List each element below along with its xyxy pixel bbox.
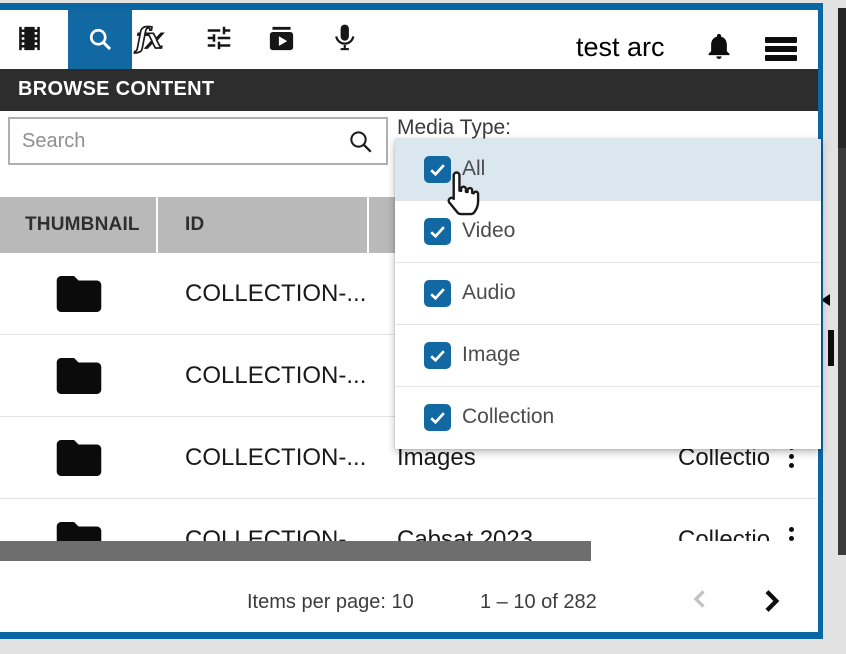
cell-id: COLLECTION-... xyxy=(185,444,366,472)
checkbox-checked-icon xyxy=(424,156,451,183)
search-field xyxy=(8,117,388,165)
window-border-top xyxy=(0,3,823,10)
option-label: All xyxy=(462,157,485,181)
range-label: 1 – 10 of 282 xyxy=(480,591,597,614)
checkbox-checked-icon xyxy=(424,404,451,431)
folder-icon xyxy=(52,269,106,324)
search-tab-active[interactable] xyxy=(68,10,132,69)
fx-icon: fx xyxy=(136,22,161,55)
folder-icon xyxy=(52,433,106,488)
film-library-button[interactable] xyxy=(14,23,45,59)
items-per-page-value[interactable]: 10 xyxy=(392,591,414,613)
column-divider xyxy=(156,197,158,253)
items-per-page: Items per page: 10 xyxy=(247,591,414,614)
notifications-button[interactable] xyxy=(704,31,734,66)
option-label: Collection xyxy=(462,405,554,429)
chevron-right-icon xyxy=(755,604,787,621)
horizontal-scrollbar[interactable] xyxy=(0,541,818,561)
media-type-dropdown: All Video Audio Image Collection xyxy=(395,139,821,449)
vertical-scrollbar-thumb[interactable] xyxy=(828,330,834,366)
menu-button[interactable] xyxy=(765,37,797,64)
checkbox-checked-icon xyxy=(424,342,451,369)
previous-page-button[interactable] xyxy=(686,585,714,618)
horizontal-scrollbar-thumb[interactable] xyxy=(0,541,591,561)
option-label: Video xyxy=(462,219,515,243)
folder-icon xyxy=(52,351,106,406)
account-name: test arc xyxy=(576,32,665,63)
outer-scrollbar-segment[interactable] xyxy=(838,8,846,148)
option-label: Image xyxy=(462,343,520,367)
pagination-bar: Items per page: 10 1 – 10 of 282 xyxy=(0,561,818,632)
checkbox-checked-icon xyxy=(424,218,451,245)
media-type-option-collection[interactable]: Collection xyxy=(395,387,821,449)
media-type-option-all[interactable]: All xyxy=(395,139,821,201)
filters-button[interactable] xyxy=(204,23,234,58)
option-label: Audio xyxy=(462,281,516,305)
items-per-page-label: Items per page: xyxy=(247,591,386,613)
cell-id: COLLECTION-... xyxy=(185,280,366,308)
tune-sliders-icon xyxy=(204,40,234,57)
film-strip-icon xyxy=(14,41,45,58)
cell-id: COLLECTION-... xyxy=(185,362,366,390)
media-type-option-audio[interactable]: Audio xyxy=(395,263,821,325)
column-divider xyxy=(367,197,369,253)
search-magnifier-icon[interactable] xyxy=(348,129,374,160)
effects-button[interactable]: fx xyxy=(136,22,161,55)
next-page-button[interactable] xyxy=(755,585,787,622)
video-library-icon xyxy=(266,41,297,58)
column-header-id[interactable]: ID xyxy=(185,214,204,236)
voice-search-button[interactable] xyxy=(329,22,360,58)
media-type-option-video[interactable]: Video xyxy=(395,201,821,263)
microphone-icon xyxy=(329,40,360,57)
column-header-thumbnail[interactable]: THUMBNAIL xyxy=(25,214,140,236)
checkbox-checked-icon xyxy=(424,280,451,307)
row-menu-kebab-icon[interactable] xyxy=(784,445,798,475)
bell-icon xyxy=(704,48,734,65)
search-input[interactable] xyxy=(22,123,342,159)
media-type-label: Media Type: xyxy=(397,116,511,140)
window-border-bottom xyxy=(0,632,823,639)
hamburger-icon xyxy=(765,37,797,61)
video-library-button[interactable] xyxy=(266,23,297,59)
chevron-left-icon xyxy=(686,600,714,617)
page-title: BROWSE CONTENT xyxy=(18,78,214,101)
media-type-option-image[interactable]: Image xyxy=(395,325,821,387)
toolbar: fx test arc xyxy=(0,10,818,69)
browse-content-bar: BROWSE CONTENT xyxy=(0,69,818,111)
